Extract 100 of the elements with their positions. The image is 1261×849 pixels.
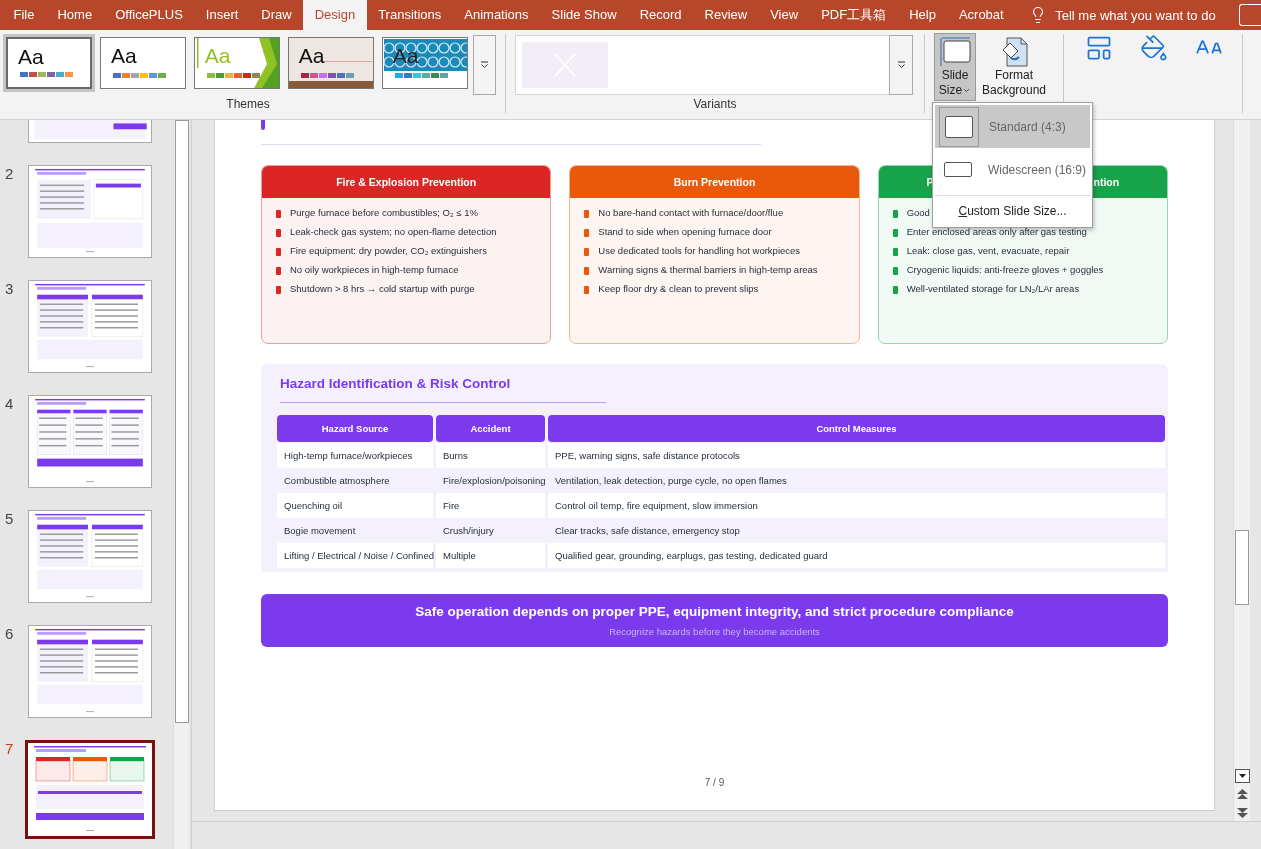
card-item: Well-ventilated storage for LN₂/LAr areas [906,283,1080,294]
paint-bucket-icon[interactable] [1140,34,1168,62]
ribbon-tab[interactable]: Acrobat [947,0,1016,30]
theme-sample-text: Aa [18,45,44,69]
table-cell: Quenching oil [277,493,433,518]
slide-thumbnail[interactable] [28,165,152,258]
title-accent [261,120,265,130]
banner-title: Safe operation depends on proper PPE, equipment integrity, and strict procedure compliance [415,604,1014,619]
tell-me-search[interactable]: Tell me what you want to do [1029,0,1216,30]
bullet-icon [892,229,898,237]
banner-subtitle: Recognize hazards before they become accidents [609,626,820,637]
table-cell: Burns [436,443,545,468]
bullet-icon [892,248,898,256]
theme-thumbnail[interactable]: Aa [99,37,186,89]
layout-icon[interactable] [1085,34,1113,62]
slide-number: 5 [4,510,15,527]
card-item: No bare-hand contact with furnace/door/flue [598,207,784,218]
panel-title: Hazard Identification & Risk Control [280,376,512,391]
theme-thumbnail[interactable]: Aa [287,37,374,89]
ribbon-tab[interactable]: Insert [194,0,250,30]
slide-shape-icon [944,162,973,177]
card-item: Stand to side when opening furnace door [598,226,772,237]
menu-item[interactable]: Standard (4:3) [935,105,1090,148]
scrollbar-thumb[interactable] [1235,530,1249,606]
slide-size-button[interactable]: Slide Size [934,33,976,101]
theme-sample-text: Aa [204,44,231,68]
share-icon[interactable] [1239,4,1261,26]
card-item: Warning signs & thermal barriers in high-temp areas [598,264,818,275]
card-item: Fire equipment: dry powder, CO₂ extinguishers [290,245,487,256]
ribbon-tab[interactable]: Home [45,0,104,30]
bullet-icon [276,286,281,294]
slide-number: 2 [4,165,15,182]
table-cell: Fire [436,493,545,518]
card-item: Shutdown > 8 hrs → cold startup with purge [290,283,475,294]
ribbon-tab[interactable]: View [758,0,810,30]
ribbon-tab[interactable]: File [2,0,46,30]
slide-thumbnail[interactable] [28,280,152,373]
table-cell: Lifting / Electrical / Noise / Confined [277,543,433,568]
table-cell: Qualified gear, grounding, earplugs, gas testing, dedicated guard [548,543,1165,568]
caret-icon [962,86,972,95]
format-background-button[interactable]: Format Background [978,33,1051,101]
card-item: No oily workpieces in high-temp furnace [290,264,459,275]
slide-number: 6 [4,625,15,642]
ribbon-tab[interactable]: PDF工具箱 [809,0,898,30]
slide-size-icon [938,36,972,68]
card-item: Use dedicated tools for handling hot workpieces [598,245,801,256]
ribbon-tab[interactable]: Animations [452,0,541,30]
table-cell: PPE, warning signs, safe distance protocols [548,443,1165,468]
column-header: Accident [436,415,545,442]
ribbon-tab[interactable]: Draw [249,0,304,30]
bullet-icon [584,248,590,256]
ribbon-tab[interactable]: Design [303,0,367,30]
scrollbar-thumb[interactable] [174,120,189,723]
ribbon-tab[interactable]: Help [897,0,948,30]
color-swatches [394,73,448,78]
theme-sample-text: Aa [110,44,137,68]
page-number: 7 / 9 [704,777,725,788]
color-swatches [112,73,166,78]
card-item: Purge furnace before combustibles; O₂ ≤ 1% [290,207,478,218]
card-item: Cryogenic liquids: anti-freeze gloves + goggles [906,264,1104,275]
table-cell: Control oil temp, fire equipment, slow immersion [548,493,1165,518]
group-label: Variants [693,97,737,113]
bullet-icon [276,267,281,275]
card-item: Leak-check gas system; no open-flame detection [290,226,497,237]
ribbon-tab[interactable]: Slide Show [540,0,629,30]
scrollbar[interactable] [1233,120,1250,821]
bullet-icon [892,267,898,275]
slide-number: 4 [4,395,15,412]
menu-item[interactable]: Custom Slide Size... [935,195,1090,225]
card-title: Burn Prevention [673,176,756,188]
card-item: Enter enclosed areas only after gas testing [906,226,1087,237]
menu-item[interactable]: Widescreen (16:9) [935,148,1090,191]
card-title: Fire & Explosion Prevention [336,176,477,188]
column-header: Hazard Source [277,415,433,442]
bullet-icon [584,286,590,294]
slide-shape-icon [945,115,973,138]
color-swatches [206,73,260,78]
card-title: ntion [1093,176,1120,188]
bullet-icon [892,210,898,218]
ribbon-tab[interactable]: Record [628,0,694,30]
bullet-icon [276,229,281,237]
bullet-icon [584,210,590,218]
ribbon-tab[interactable]: Transitions [366,0,453,30]
slide-thumbnail[interactable] [28,510,152,603]
bullet-icon [892,286,898,294]
slide-thumbnail[interactable] [25,740,155,839]
card-item: Keep floor dry & clean to prevent slips [598,283,759,294]
slide-number: 3 [4,280,15,297]
theme-thumbnail[interactable]: Aa [6,37,92,89]
ribbon-tab[interactable]: OfficePLUS [103,0,195,30]
bullet-icon [276,248,281,256]
scrollbar[interactable] [173,120,189,849]
ribbon-tab[interactable]: Review [693,0,759,30]
more-icon [479,61,489,69]
color-swatches [300,73,354,78]
slide-number: 7 [4,740,15,757]
slide-thumbnail[interactable] [28,625,152,718]
scroll-down-button[interactable] [1234,769,1250,783]
slide-thumbnail[interactable] [28,395,152,488]
table-cell: Multiple [436,543,545,568]
